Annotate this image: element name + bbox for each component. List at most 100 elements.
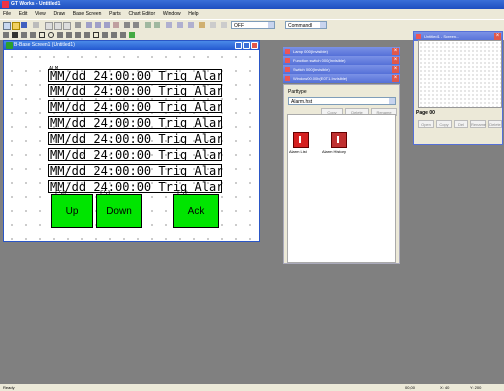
paste-icon[interactable]	[63, 22, 71, 30]
save-icon[interactable]	[21, 22, 27, 28]
menu-draw[interactable]: Draw	[50, 9, 68, 19]
screen-icon	[416, 34, 421, 39]
cut-icon[interactable]	[45, 22, 53, 30]
menu-base-screen[interactable]: Base Screen	[70, 9, 105, 19]
rename-page-button[interactable]: Rename	[470, 120, 486, 128]
parts-list: Alarm List Alarm History	[287, 114, 396, 263]
zoom-select[interactable]: OFF	[231, 21, 275, 29]
object-icon[interactable]	[129, 32, 135, 38]
close-icon[interactable]: ×	[392, 57, 399, 64]
flip-icon[interactable]	[133, 22, 139, 28]
app-title-bar: GT Works - Untitled1	[0, 0, 504, 9]
polyline-icon[interactable]	[30, 32, 36, 38]
menu-chart-editor[interactable]: Chart Editor	[125, 9, 158, 19]
rectangle-icon[interactable]	[39, 32, 45, 38]
chevron-down-icon	[389, 98, 395, 104]
function-switch-panel-titlebar[interactable]: Function switch 000(Invisible) ×	[283, 56, 400, 65]
page-thumbnail-grid[interactable]	[418, 40, 502, 108]
menu-file[interactable]: File	[0, 9, 14, 19]
sector-icon[interactable]	[66, 32, 72, 38]
preview-icon[interactable]	[210, 22, 216, 28]
button-tag: F51	[100, 190, 111, 197]
menu-view[interactable]: View	[32, 9, 49, 19]
del-button[interactable]: Del	[454, 120, 468, 128]
close-icon[interactable]: ×	[494, 33, 501, 40]
window-panel-titlebar[interactable]: Window00.00b(E0T1.Invisible) ×	[283, 74, 400, 83]
close-icon[interactable]: ×	[392, 66, 399, 73]
alarm-row[interactable]: MM/dd 24:00:00 Trig Alarm5	[48, 148, 222, 161]
order-icon[interactable]	[145, 22, 151, 28]
open-folder-icon[interactable]	[12, 22, 20, 30]
lamp-panel-title: Lamp 000(Invisible)	[293, 49, 328, 54]
minimize-icon[interactable]	[235, 42, 242, 49]
undo-icon[interactable]	[75, 22, 81, 28]
menu-window[interactable]: Window	[160, 9, 184, 19]
zoom-icon[interactable]	[188, 22, 194, 28]
up-button[interactable]: F50 Up	[51, 190, 93, 228]
alarm-history-icon[interactable]	[331, 132, 347, 148]
group-icon[interactable]	[113, 22, 119, 28]
switch-panel-titlebar[interactable]: Switch 000(Invisible) ×	[283, 65, 400, 74]
order2-icon[interactable]	[154, 22, 160, 28]
open-button[interactable]: Open	[418, 120, 434, 128]
close-icon[interactable]: ×	[392, 75, 399, 82]
pointer-icon[interactable]	[3, 32, 9, 38]
page-label: Page 00	[416, 110, 435, 116]
ack-button-label: Ack	[187, 205, 205, 217]
align-icon[interactable]	[86, 22, 92, 28]
copy-icon[interactable]	[54, 22, 62, 30]
menu-edit[interactable]: Edit	[16, 9, 31, 19]
image-icon[interactable]	[111, 32, 117, 38]
alarm-row[interactable]: MM/dd 24:00:00 Trig Alarm0	[48, 69, 222, 82]
parts-panel-title: Parttype	[288, 89, 307, 95]
page-list-panel: Untitled1 - Screen... × Page 00 Open Cop…	[413, 31, 503, 145]
scale-icon[interactable]	[93, 32, 99, 38]
shape-icon[interactable]	[102, 32, 108, 38]
snap-icon[interactable]	[177, 22, 183, 28]
align3-icon[interactable]	[104, 22, 110, 28]
close-icon[interactable]	[251, 42, 258, 49]
zoom-select-value: OFF	[234, 23, 244, 29]
menu-help[interactable]: Help	[185, 9, 201, 19]
delete-page-button[interactable]: Delete	[488, 120, 502, 128]
window-icon	[6, 42, 13, 49]
font-select[interactable]: Commandl	[285, 21, 327, 29]
align2-icon[interactable]	[95, 22, 101, 28]
alarm-row[interactable]: MM/dd 24:00:00 Trig Alarm6	[48, 164, 222, 177]
page-panel-title: Untitled1 - Screen...	[424, 34, 460, 39]
alarm-list-icon[interactable]	[293, 132, 309, 148]
device-icon[interactable]	[221, 22, 227, 28]
parts-type-select[interactable]: Alarm.hst	[288, 97, 396, 105]
alarm-row[interactable]: MM/dd 24:00:00 Trig Alarm3	[48, 116, 222, 129]
switch-icon	[285, 67, 290, 72]
down-button[interactable]: F51 Down	[96, 190, 142, 228]
print-icon[interactable]	[33, 22, 39, 28]
arc-icon[interactable]	[57, 32, 63, 38]
text-icon[interactable]	[12, 32, 18, 38]
alarm-row[interactable]: MM/dd 24:00:00 Trig Alarm4	[48, 132, 222, 145]
down-button-label: Down	[106, 205, 132, 217]
circle-icon[interactable]	[48, 32, 54, 38]
rotate-icon[interactable]	[124, 22, 130, 28]
close-icon[interactable]: ×	[392, 48, 399, 55]
alarm-row[interactable]: MM/dd 24:00:00 Trig Alarm2	[48, 100, 222, 113]
alarm-row[interactable]: MM/dd 24:00:00 Trig Alarm7	[48, 180, 222, 193]
menu-parts[interactable]: Parts	[106, 9, 124, 19]
paint-icon[interactable]	[84, 32, 90, 38]
alarm-row[interactable]: MM/dd 24:00:00 Trig Alarm1	[48, 84, 222, 97]
line-icon[interactable]	[21, 32, 27, 38]
grid-draw-icon[interactable]	[120, 32, 126, 38]
screen-window-titlebar[interactable]: B-Base Screen1 (Untitled1)	[4, 41, 259, 50]
grid-icon[interactable]	[166, 22, 172, 28]
status-text: Ready	[3, 385, 15, 390]
status-y: Y: 200	[470, 385, 482, 390]
ack-button[interactable]: F52 Ack	[173, 190, 219, 228]
library-icon[interactable]	[199, 22, 205, 28]
new-file-icon[interactable]	[3, 22, 11, 30]
status-x: X: 40	[440, 385, 450, 390]
parts-type-value: Alarm.hst	[291, 99, 313, 105]
maximize-icon[interactable]	[243, 42, 250, 49]
lamp-panel-titlebar[interactable]: Lamp 000(Invisible) ×	[283, 47, 400, 56]
copy-page-button[interactable]: Copy	[436, 120, 452, 128]
polygon-icon[interactable]	[75, 32, 81, 38]
